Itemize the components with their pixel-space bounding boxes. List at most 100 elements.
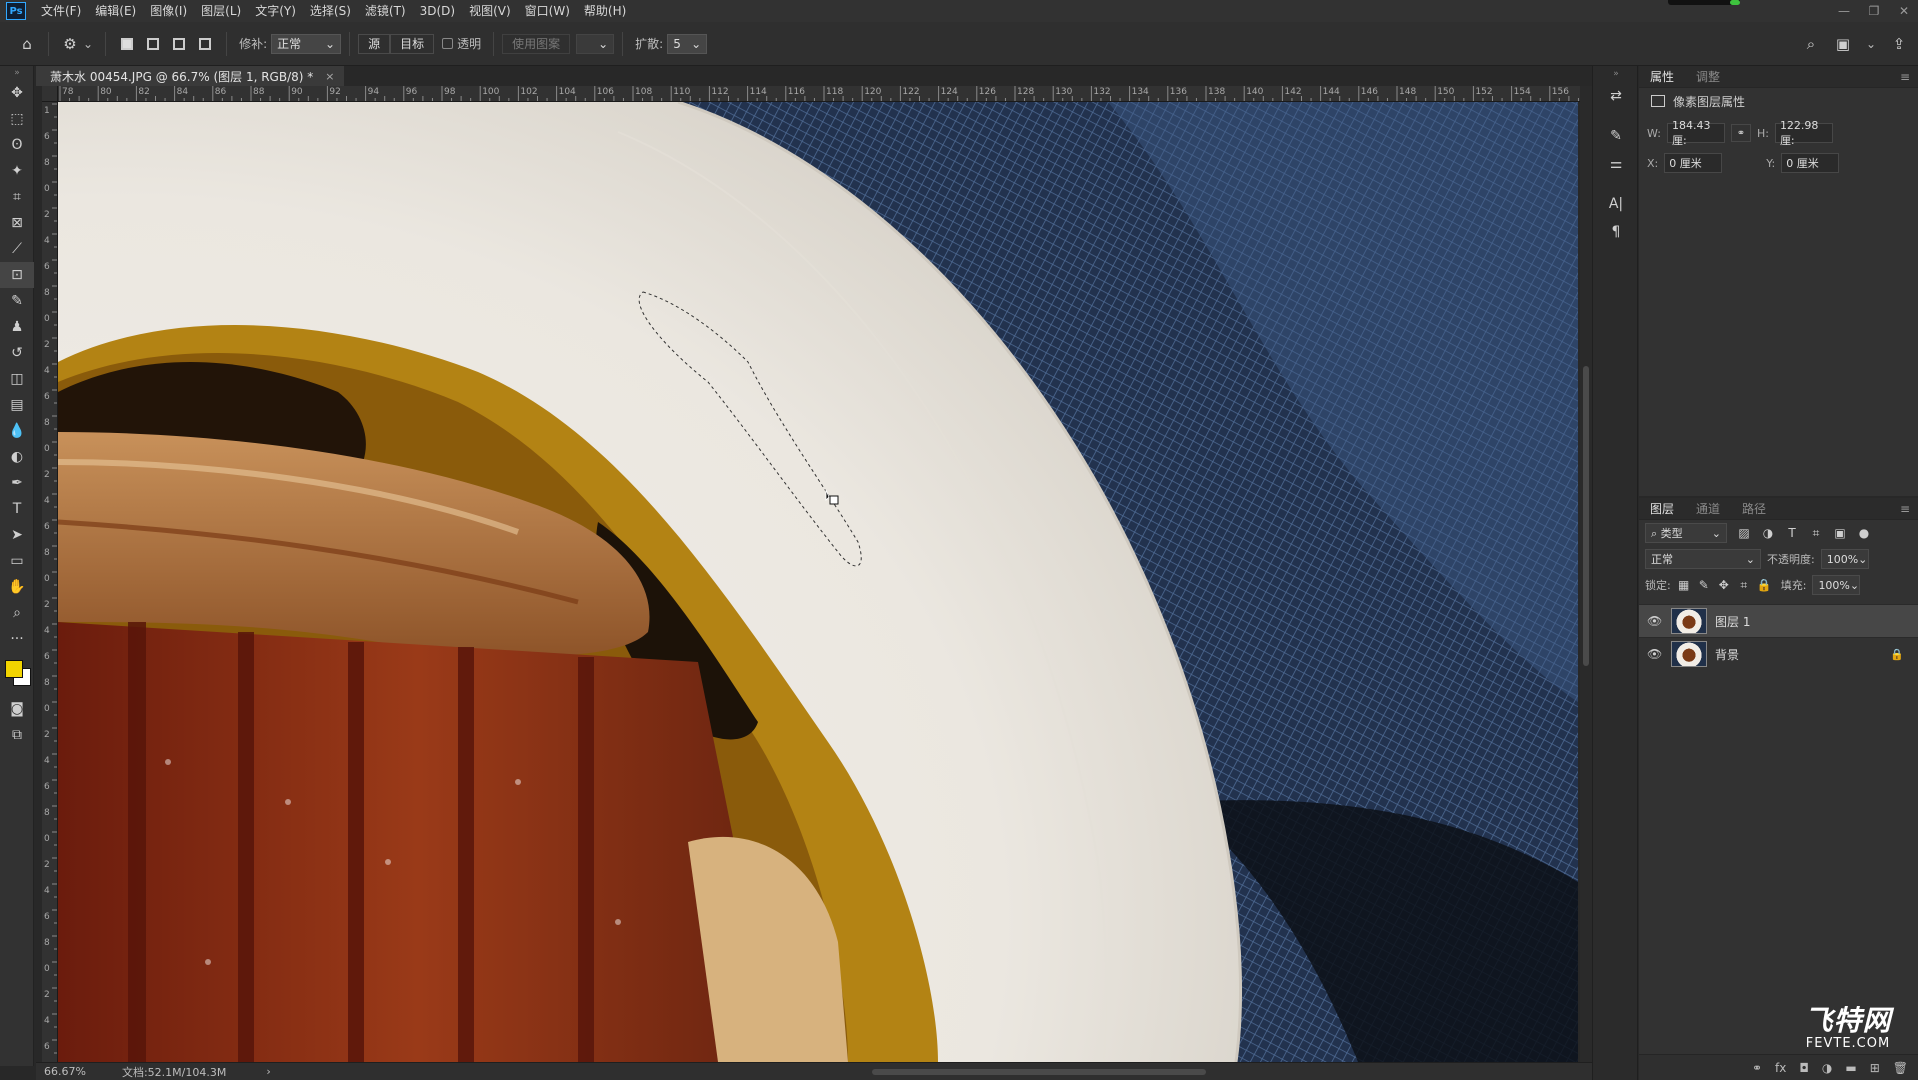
history-panel-icon[interactable]: ⇄ [1593, 82, 1639, 110]
brush-settings-icon[interactable]: ✎ [1593, 122, 1639, 150]
menu-help[interactable]: 帮助(H) [577, 0, 633, 22]
new-group-icon[interactable]: ▬ [1845, 1061, 1856, 1075]
patch-tool-preset-icon[interactable]: ⚙ [57, 31, 83, 57]
restore-icon[interactable]: ❐ [1866, 4, 1882, 18]
status-menu-arrow[interactable]: › [266, 1065, 270, 1078]
ruler-origin[interactable] [42, 86, 58, 102]
diffusion-select[interactable]: 5 ⌄ [667, 33, 708, 54]
zoom-level[interactable]: 66.67% [44, 1065, 86, 1078]
lock-pixels-icon[interactable]: ✎ [1697, 578, 1711, 592]
color-swatches[interactable] [0, 652, 34, 696]
layer-name[interactable]: 图层 1 [1715, 613, 1750, 630]
fill-field[interactable]: 100% ⌄ [1812, 575, 1861, 595]
document-canvas[interactable] [58, 102, 1578, 1062]
type-filter-icon[interactable]: T [1785, 526, 1799, 540]
add-mask-icon[interactable]: ◘ [1799, 1061, 1809, 1075]
layer-row-background[interactable]: 👁 背景 🔒 [1639, 637, 1918, 670]
horizontal-scrollbar-thumb[interactable] [872, 1069, 1206, 1075]
magic-wand-tool-icon[interactable]: ✦ [0, 158, 34, 184]
collapse-icon[interactable]: » [1593, 66, 1639, 82]
panel-menu-icon[interactable]: ≡ [1900, 502, 1910, 516]
menu-file[interactable]: 文件(F) [34, 0, 88, 22]
vertical-scrollbar[interactable] [1580, 86, 1592, 1062]
subtract-selection-icon[interactable] [166, 31, 192, 57]
eye-icon[interactable]: 👁 [1647, 647, 1663, 661]
foreground-color-swatch[interactable] [5, 660, 23, 678]
character-panel-icon[interactable]: A| [1593, 190, 1639, 218]
hand-tool-icon[interactable]: ✋ [0, 574, 34, 600]
history-brush-tool-icon[interactable]: ↺ [0, 340, 34, 366]
use-pattern-button[interactable]: 使用图案 [502, 33, 571, 54]
close-icon[interactable]: ✕ [1896, 4, 1912, 18]
brush-tool-icon[interactable]: ✎ [0, 288, 34, 314]
tab-adjustments[interactable]: 调整 [1685, 66, 1731, 88]
smart-object-filter-icon[interactable]: ▣ [1833, 526, 1847, 540]
home-icon[interactable]: ⌂ [14, 31, 40, 57]
paragraph-panel-icon[interactable]: ¶ [1593, 218, 1639, 246]
menu-window[interactable]: 窗口(W) [518, 0, 577, 22]
source-button[interactable]: 源 [358, 33, 391, 54]
menu-filter[interactable]: 滤镜(T) [358, 0, 413, 22]
close-tab-icon[interactable]: × [325, 70, 334, 83]
zoom-tool-icon[interactable]: ⌕ [0, 600, 34, 626]
link-layers-icon[interactable]: ⚭ [1752, 1061, 1762, 1075]
quick-mask-icon[interactable]: ◙ [0, 696, 34, 722]
new-selection-icon[interactable] [114, 31, 140, 57]
target-button[interactable]: 目标 [390, 33, 435, 54]
workspace-dropdown-arrow[interactable]: ⌄ [1866, 37, 1876, 51]
y-field[interactable]: 0 厘米 [1781, 153, 1840, 173]
search-icon[interactable]: ⌕ [1798, 31, 1824, 57]
height-field[interactable]: 122.98 厘: [1774, 119, 1833, 147]
tab-properties[interactable]: 属性 [1639, 66, 1685, 88]
blur-tool-icon[interactable]: 💧 [0, 418, 34, 444]
marquee-tool-icon[interactable]: ⬚ [0, 106, 34, 132]
pixel-filter-icon[interactable]: ▨ [1737, 526, 1751, 540]
type-tool-icon[interactable]: T [0, 496, 34, 522]
opacity-field[interactable]: 100% ⌄ [1820, 549, 1869, 569]
patch-tool-icon[interactable]: ⊡ [0, 262, 34, 288]
adjustment-filter-icon[interactable]: ◑ [1761, 526, 1775, 540]
width-field[interactable]: 184.43 厘: [1666, 119, 1725, 147]
crop-tool-icon[interactable]: ⌗ [0, 184, 34, 210]
eraser-tool-icon[interactable]: ◫ [0, 366, 34, 392]
layer-name[interactable]: 背景 [1715, 646, 1739, 663]
share-icon[interactable]: ⇪ [1886, 31, 1912, 57]
filter-toggle-icon[interactable]: ● [1857, 526, 1871, 540]
eye-icon[interactable]: 👁 [1647, 614, 1663, 628]
layer-style-icon[interactable]: fx [1775, 1061, 1786, 1075]
blend-mode-select[interactable]: 正常 ⌄ [1645, 549, 1761, 569]
dodge-tool-icon[interactable]: ◐ [0, 444, 34, 470]
menu-type[interactable]: 文字(Y) [248, 0, 303, 22]
path-selection-tool-icon[interactable]: ➤ [0, 522, 34, 548]
screen-mode-icon[interactable]: ⧉ [0, 722, 34, 748]
intersect-selection-icon[interactable] [192, 31, 218, 57]
menu-layer[interactable]: 图层(L) [194, 0, 248, 22]
more-tools-icon[interactable]: ··· [0, 626, 34, 652]
x-field[interactable]: 0 厘米 [1664, 153, 1723, 173]
clone-stamp-tool-icon[interactable]: ♟ [0, 314, 34, 340]
shape-filter-icon[interactable]: ⌗ [1809, 526, 1823, 541]
layer-filter-select[interactable]: ⌕ 类型 ⌄ [1645, 523, 1727, 543]
menu-select[interactable]: 选择(S) [303, 0, 358, 22]
document-tab[interactable]: 萧木水 00454.JPG @ 66.7% (图层 1, RGB/8) * × [36, 66, 345, 86]
layer-row-layer1[interactable]: 👁 图层 1 [1639, 604, 1918, 637]
menu-edit[interactable]: 编辑(E) [88, 0, 143, 22]
adjustments-panel-icon[interactable]: ⚌ [1593, 150, 1639, 178]
move-tool-icon[interactable]: ✥ [0, 80, 34, 106]
lasso-tool-icon[interactable]: ʘ [0, 132, 34, 158]
pattern-picker[interactable]: ⌄ [576, 33, 615, 54]
frame-tool-icon[interactable]: ⊠ [0, 210, 34, 236]
shape-tool-icon[interactable]: ▭ [0, 548, 34, 574]
tab-paths[interactable]: 路径 [1731, 498, 1777, 520]
panel-menu-icon[interactable]: ≡ [1900, 70, 1910, 84]
adjustment-layer-icon[interactable]: ◑ [1822, 1061, 1832, 1075]
menu-3d[interactable]: 3D(D) [413, 0, 462, 22]
eyedropper-tool-icon[interactable]: ⟋ [0, 236, 34, 262]
lock-position-icon[interactable]: ✥ [1717, 578, 1731, 592]
transparent-checkbox[interactable]: 透明 [442, 35, 481, 52]
collapse-icon[interactable]: » [0, 66, 34, 80]
pen-tool-icon[interactable]: ✒ [0, 470, 34, 496]
vertical-ruler[interactable]: 1680246802468024680246802468024680246 [42, 102, 58, 1062]
horizontal-ruler[interactable]: 78 80 82 84 86 88 90 92 94 96 98 100 102 104 106 108 110… [58, 86, 1590, 102]
new-layer-icon[interactable]: ⊞ [1870, 1061, 1880, 1075]
